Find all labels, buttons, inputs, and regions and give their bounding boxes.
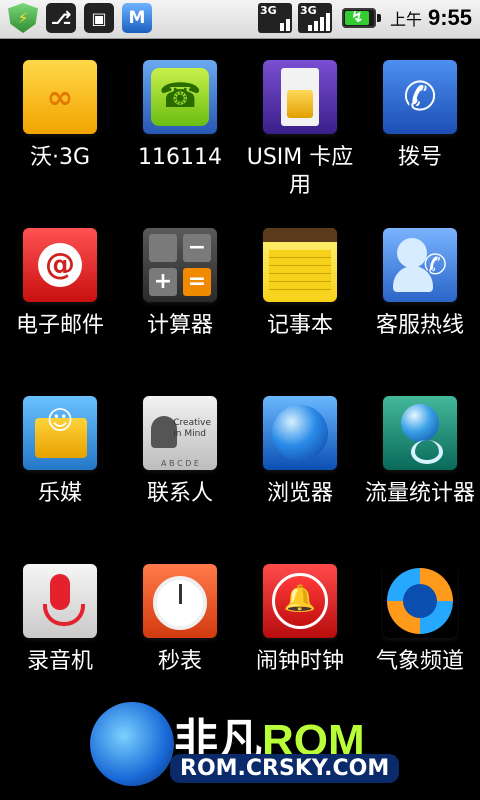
- app-recorder[interactable]: 录音机: [0, 564, 120, 676]
- app-label: 沃·3G: [29, 145, 91, 170]
- app-116114[interactable]: ☎ 116114: [120, 60, 240, 172]
- app-label: 116114: [138, 145, 222, 170]
- sim-card-icon: [263, 60, 337, 134]
- app-traffic-stats[interactable]: 流量统计器: [360, 396, 480, 508]
- app-label: 记事本: [266, 313, 333, 338]
- app-label: 客服热线: [375, 313, 464, 338]
- call-arrow-icon: ☎: [143, 60, 217, 134]
- app-label: 录音机: [26, 649, 93, 674]
- security-shield-icon: ⚡: [8, 3, 38, 33]
- stopwatch-icon: [143, 564, 217, 638]
- globe-icon: [263, 396, 337, 470]
- app-label: 拨号: [397, 145, 442, 170]
- crsky-logo-icon: [90, 702, 174, 786]
- system-status: 3G 3G ↯ 上午 9:55: [257, 3, 472, 33]
- app-label: 秒表: [157, 649, 202, 674]
- app-calculator[interactable]: − + = 计算器: [120, 228, 240, 340]
- app-alarm-clock[interactable]: 🔔 闹钟时钟: [240, 564, 360, 676]
- phone-icon: ✆: [383, 60, 457, 134]
- app-customer-service[interactable]: ✆ 客服热线: [360, 228, 480, 340]
- app-notepad[interactable]: 记事本: [240, 228, 360, 340]
- am-pm: 上午: [389, 10, 422, 29]
- app-label: 闹钟时钟: [255, 649, 344, 674]
- app-label: 联系人: [146, 481, 213, 506]
- app-lemei[interactable]: ☺ 乐媒: [0, 396, 120, 508]
- microphone-icon: [23, 564, 97, 638]
- watermark-url: ROM.CRSKY.COM: [170, 754, 400, 783]
- watermark: 非凡ROM ROM.CRSKY.COM: [78, 694, 400, 794]
- app-browser[interactable]: 浏览器: [240, 396, 360, 508]
- weather-channel-icon: [383, 564, 457, 638]
- app-usim[interactable]: USIM 卡应用: [240, 60, 360, 200]
- signal-3g-icon: 3G: [297, 3, 332, 33]
- status-bar: ⚡ ⎇ ▣ M 3G 3G ↯ 上午 9:55: [0, 0, 480, 39]
- usb-icon: ⎇: [46, 3, 76, 33]
- network-label: 3G: [259, 4, 277, 17]
- battery-charging-icon: ↯: [341, 8, 381, 28]
- app-weather-channel[interactable]: 气象频道: [360, 564, 480, 676]
- calculator-icon: − + =: [143, 228, 217, 302]
- app-label: 气象频道: [375, 649, 464, 674]
- app-stopwatch[interactable]: 秒表: [120, 564, 240, 676]
- email-icon: @: [23, 228, 97, 302]
- app-label: 流量统计器: [364, 481, 475, 506]
- contacts-icon-tabs: A B C D E: [161, 459, 199, 468]
- traffic-globe-icon: [383, 396, 457, 470]
- media-folder-icon: ☺: [23, 396, 97, 470]
- app-email[interactable]: @ 电子邮件: [0, 228, 120, 340]
- notepad-icon: [263, 228, 337, 302]
- app-dialer[interactable]: ✆ 拨号: [360, 60, 480, 172]
- customer-service-icon: ✆: [383, 228, 457, 302]
- contacts-icon-text: Creative in Mind: [173, 418, 211, 439]
- app-label: 电子邮件: [15, 313, 104, 338]
- app-label: 浏览器: [266, 481, 333, 506]
- android-debug-icon: ▣: [84, 3, 114, 33]
- notification-icons: ⚡ ⎇ ▣ M: [8, 3, 152, 33]
- clock: 9:55: [427, 5, 472, 30]
- wo-3g-icon: ∞: [23, 60, 97, 134]
- app-contacts[interactable]: Creative in Mind A B C D E 联系人: [120, 396, 240, 508]
- app-label: 计算器: [146, 313, 213, 338]
- network-3g-icon: 3G: [257, 3, 292, 33]
- app-wo-3g[interactable]: ∞ 沃·3G: [0, 60, 120, 172]
- contacts-icon: Creative in Mind A B C D E: [143, 396, 217, 470]
- m-app-icon: M: [122, 3, 152, 33]
- app-label: 乐媒: [37, 481, 82, 506]
- app-label: USIM 卡应用: [246, 145, 354, 198]
- alarm-bell-icon: 🔔: [263, 564, 337, 638]
